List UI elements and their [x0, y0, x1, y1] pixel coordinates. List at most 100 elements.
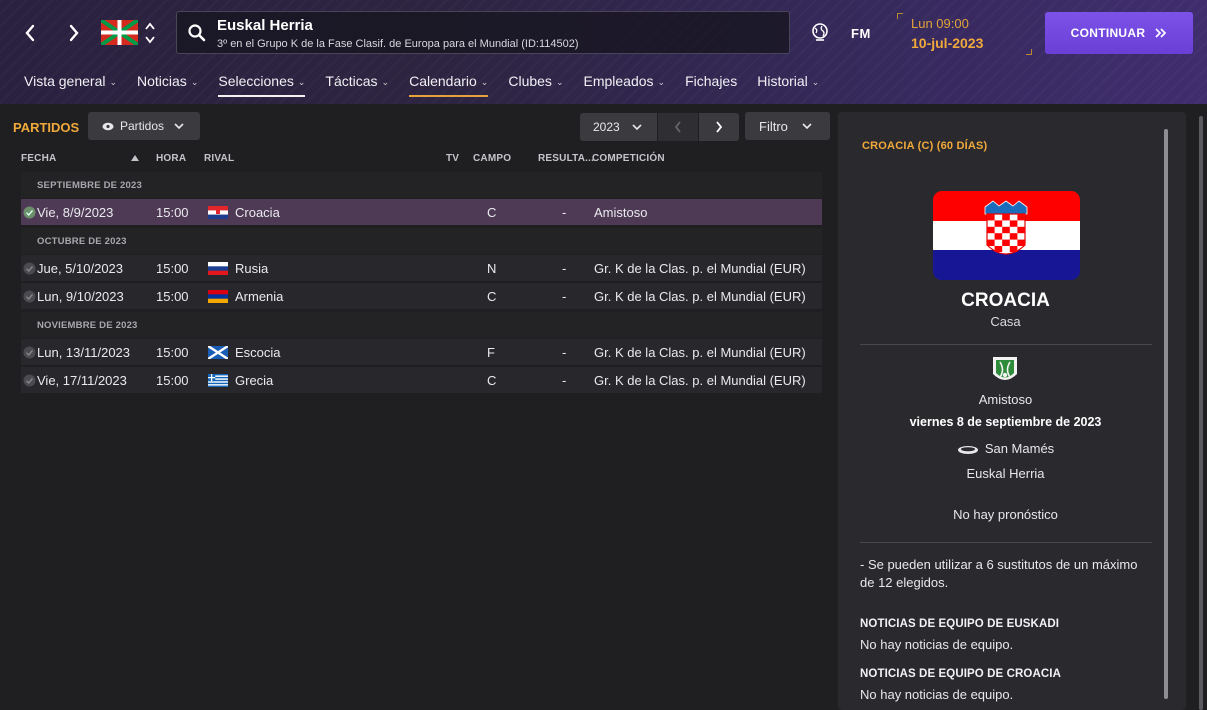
match-rival[interactable]: Armenia: [235, 289, 283, 304]
chevron-down-icon: ⌄: [190, 76, 199, 87]
match-date: Lun, 9/10/2023: [37, 289, 124, 304]
column-header-result[interactable]: RESULTA...: [538, 153, 594, 164]
substitution-rules: - Se pueden utilizar a 6 sustitutos de u…: [860, 557, 1138, 590]
stadium-name[interactable]: San Mamés: [985, 441, 1054, 456]
fm-logo[interactable]: FM: [851, 26, 871, 41]
column-header-time[interactable]: HORA: [156, 153, 186, 164]
armenia-flag-icon: [208, 290, 228, 303]
menu-clubes[interactable]: Clubes ⌄: [498, 66, 573, 96]
date-display: Lun 09:00 10-jul-2023: [897, 13, 1032, 55]
chevron-down-icon: ⌄: [381, 76, 390, 87]
ikurrina-flag-icon[interactable]: [101, 20, 138, 45]
match-result: -: [562, 373, 567, 388]
search-box[interactable]: Euskal Herria 3º en el Grupo K de la Fas…: [176, 11, 790, 54]
chevron-down-icon: ⌄: [297, 76, 306, 87]
match-result: -: [562, 261, 567, 276]
column-header-venue[interactable]: CAMPO: [473, 153, 511, 164]
match-venue: N: [487, 261, 497, 276]
back-arrow-icon[interactable]: [16, 18, 44, 48]
match-venue: C: [487, 373, 497, 388]
current-day-time: Lun 09:00: [911, 16, 969, 31]
matches-panel: PARTIDOS Partidos 2023 Filtro FECHA HORA…: [0, 104, 835, 710]
match-date: Vie, 8/9/2023: [37, 205, 114, 220]
croatia-large-flag-icon[interactable]: [933, 191, 1080, 280]
match-detail-panel: CROACIA (C) (60 DÍAS) CROACIA Casa Amist…: [838, 112, 1186, 710]
table-row[interactable]: Vie, 8/9/2023 15:00 Croacia C - Amistoso: [21, 199, 822, 225]
menu-historial[interactable]: Historial ⌄: [747, 66, 829, 96]
menu-fichajes[interactable]: Fichajes: [675, 66, 747, 96]
match-venue: F: [487, 345, 495, 360]
news-euskadi-title: NOTICIAS DE EQUIPO DE EUSKADI: [860, 618, 1060, 630]
table-row[interactable]: Lun, 13/11/2023 15:00 Escocia F - Gr. K …: [21, 339, 822, 365]
up-down-chevrons-icon[interactable]: [143, 19, 157, 47]
match-time: 15:00: [156, 373, 189, 388]
match-date: Jue, 5/10/2023: [37, 261, 124, 276]
menu-selecciones[interactable]: Selecciones ⌄: [208, 66, 315, 97]
check-circle-icon: [23, 262, 36, 275]
column-header-date[interactable]: FECHA: [21, 153, 56, 164]
news-croatia-text: No hay noticias de equipo.: [860, 687, 1014, 702]
column-header-tv[interactable]: TV: [446, 153, 459, 164]
opponent-name[interactable]: CROACIA: [838, 290, 1173, 312]
match-rival[interactable]: Grecia: [235, 373, 273, 388]
divider: [860, 344, 1152, 345]
continue-label: CONTINUAR: [1070, 26, 1146, 40]
table-row[interactable]: Lun, 9/10/2023 15:00 Armenia C - Gr. K d…: [21, 283, 822, 309]
match-rival[interactable]: Croacia: [235, 205, 280, 220]
continue-button[interactable]: CONTINUAR: [1045, 12, 1193, 54]
forward-arrow-icon[interactable]: [60, 18, 88, 48]
check-circle-icon: [23, 290, 36, 303]
column-header-rival[interactable]: RIVAL: [204, 153, 234, 164]
month-group-header: SEPTIEMBRE DE 2023: [21, 172, 822, 198]
match-competition[interactable]: Gr. K de la Clas. p. el Mundial (EUR): [594, 261, 806, 276]
month-group-label: SEPTIEMBRE DE 2023: [37, 180, 142, 191]
match-time: 15:00: [156, 289, 189, 304]
menu-vista-general[interactable]: Vista general ⌄: [14, 66, 127, 96]
match-time: 15:00: [156, 205, 189, 220]
match-full-date: viernes 8 de septiembre de 2023: [909, 415, 1102, 429]
match-competition[interactable]: Gr. K de la Clas. p. el Mundial (EUR): [594, 373, 806, 388]
year-dropdown[interactable]: 2023: [580, 113, 657, 141]
menu-empleados[interactable]: Empleados ⌄: [573, 66, 675, 96]
chevron-down-icon: ⌄: [657, 76, 666, 87]
search-icon: [188, 24, 206, 42]
match-result: -: [562, 345, 567, 360]
menu-calendario[interactable]: Calendario ⌄: [399, 66, 498, 97]
month-group-header: NOVIEMBRE DE 2023: [21, 312, 822, 338]
venue-type: Casa: [990, 314, 1021, 329]
match-date: Lun, 13/11/2023: [37, 345, 131, 360]
match-competition[interactable]: Gr. K de la Clas. p. el Mundial (EUR): [594, 289, 806, 304]
chevron-down-icon: [174, 123, 184, 129]
chevron-down-icon: ⌄: [555, 76, 564, 87]
menu-noticias[interactable]: Noticias ⌄: [127, 66, 208, 96]
match-date: Vie, 17/11/2023: [37, 373, 127, 388]
competition-name: Amistoso: [978, 392, 1033, 407]
host-team[interactable]: Euskal Herria: [838, 466, 1173, 481]
match-time: 15:00: [156, 345, 189, 360]
next-year-button[interactable]: [699, 113, 739, 141]
match-result: -: [562, 289, 567, 304]
globe-icon[interactable]: [810, 22, 830, 42]
chevron-down-icon: [802, 123, 812, 129]
column-header-competition[interactable]: COMPETICIÓN: [592, 153, 665, 164]
match-competition[interactable]: Amistoso: [594, 205, 647, 220]
current-date: 10-jul-2023: [911, 35, 984, 51]
filter-label: Filtro: [759, 118, 788, 134]
detail-scrollbar[interactable]: [1164, 129, 1168, 699]
match-rival[interactable]: Rusia: [235, 261, 268, 276]
match-venue: C: [487, 289, 497, 304]
previous-year-button[interactable]: [658, 113, 698, 141]
match-rival[interactable]: Escocia: [235, 345, 281, 360]
page-scrollbar[interactable]: [1199, 116, 1203, 710]
filter-button[interactable]: Filtro: [745, 112, 830, 140]
view-dropdown[interactable]: Partidos: [88, 112, 200, 140]
sort-ascending-icon[interactable]: [131, 155, 139, 161]
eye-icon: [102, 122, 114, 130]
menu-tacticas[interactable]: Tácticas ⌄: [315, 66, 399, 96]
table-row[interactable]: Vie, 17/11/2023 15:00 Grecia C - Gr. K d…: [21, 367, 822, 393]
forecast: No hay pronóstico: [953, 507, 1058, 522]
match-competition[interactable]: Gr. K de la Clas. p. el Mundial (EUR): [594, 345, 806, 360]
table-row[interactable]: Jue, 5/10/2023 15:00 Rusia N - Gr. K de …: [21, 255, 822, 281]
stadium-icon: [957, 445, 978, 454]
competition-shield-icon[interactable]: [991, 356, 1019, 386]
